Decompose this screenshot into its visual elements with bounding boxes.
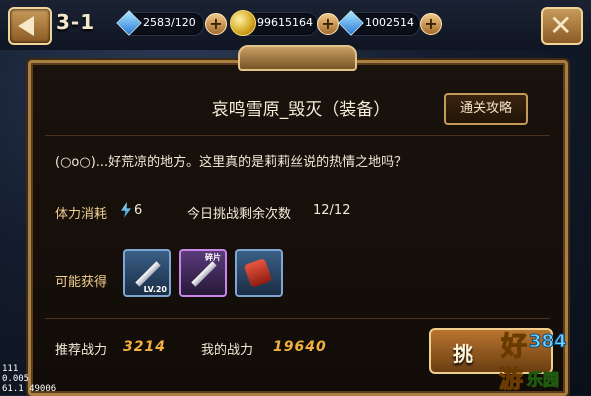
stage-description: (○o○)...好荒凉的地方。这里真的是莉莉丝说的热情之地吗？ xyxy=(55,155,408,170)
stamina-value: 6 xyxy=(134,203,143,218)
drop-item-scroll[interactable] xyxy=(235,249,283,297)
item-level-badge: LV.20 xyxy=(143,285,167,294)
stage-info-panel: 哀鸣雪原_毁灭（装备） 通关攻略 (○o○)...好荒凉的地方。这里真的是莉莉丝… xyxy=(28,60,568,396)
debug-line: 0.005 xyxy=(2,374,30,384)
svg-text:乐园: 乐园 xyxy=(527,370,559,389)
add-gold-button[interactable]: + xyxy=(317,13,339,35)
stamina-icon xyxy=(121,202,131,218)
gold-coin-icon xyxy=(230,10,256,36)
gem-value: 2583/120 xyxy=(143,16,196,29)
item-fragment-badge: 碎片 xyxy=(205,253,221,262)
my-power-label: 我的战力 xyxy=(201,343,254,358)
challenge-label: 挑 xyxy=(453,342,473,366)
site-watermark-logo: 好 384 游 乐园 xyxy=(498,331,567,394)
attempts-label: 今日挑战剩余次数 xyxy=(187,207,292,222)
add-gems-button[interactable]: + xyxy=(205,13,227,35)
recommended-power-label: 推荐战力 xyxy=(55,343,108,358)
title-crest-ornament xyxy=(238,45,357,71)
drop-item-sword[interactable]: LV.20 xyxy=(123,249,171,297)
divider xyxy=(45,135,550,136)
gem-counter: 2583/120 xyxy=(116,10,204,36)
close-icon: ✕ xyxy=(549,9,573,42)
stage-title: 哀鸣雪原_毁灭（装备） xyxy=(211,100,391,120)
stamina-label: 体力消耗 xyxy=(55,207,108,222)
recommended-power-value: 3214 xyxy=(123,339,166,355)
svg-text:游: 游 xyxy=(499,365,523,393)
crystal-counter: 1002514 xyxy=(338,10,420,36)
debug-line: 111 xyxy=(2,364,19,374)
debug-line: 61.1 49006 xyxy=(2,384,57,394)
crystal-value: 1002514 xyxy=(365,16,414,29)
scroll-icon xyxy=(243,257,273,289)
guide-button[interactable]: 通关攻略 xyxy=(444,93,528,125)
divider xyxy=(45,318,550,319)
add-crystals-button[interactable]: + xyxy=(420,13,442,35)
back-button[interactable] xyxy=(8,7,52,45)
my-power-value: 19640 xyxy=(273,339,327,355)
svg-text:384: 384 xyxy=(529,331,567,352)
drops-label: 可能获得 xyxy=(55,275,108,290)
sword-icon xyxy=(135,261,161,287)
back-arrow-icon xyxy=(18,16,34,36)
svg-text:好: 好 xyxy=(500,332,527,362)
gold-value: 99615164 xyxy=(257,16,313,29)
gold-counter: 99615164 xyxy=(230,10,318,36)
attempts-value: 12/12 xyxy=(313,203,351,218)
dark-sword-icon xyxy=(191,261,217,287)
close-button[interactable]: ✕ xyxy=(541,7,583,45)
drop-item-dark-sword[interactable]: 碎片 xyxy=(179,249,227,297)
stage-number: 3-1 xyxy=(56,10,96,34)
